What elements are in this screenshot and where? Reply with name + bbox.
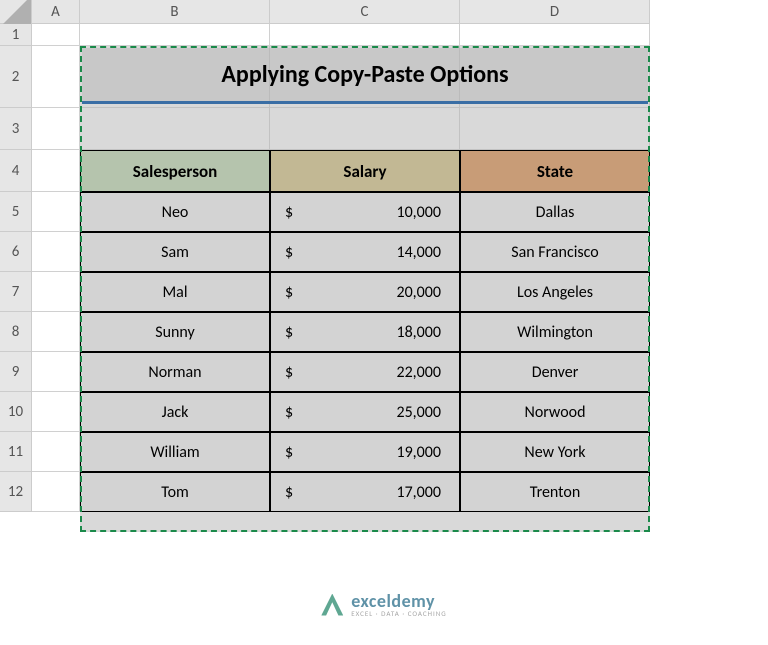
row-header-7[interactable]: 7 bbox=[0, 272, 32, 312]
cell-state[interactable]: Los Angeles bbox=[460, 272, 650, 312]
header-salary: Salary bbox=[270, 150, 460, 192]
row-header-12[interactable]: 12 bbox=[0, 472, 32, 512]
cell-salesperson[interactable]: Neo bbox=[80, 192, 270, 232]
cell-state[interactable]: Trenton bbox=[460, 472, 650, 512]
cell-salary[interactable]: $22,000 bbox=[270, 352, 460, 392]
row-header-4[interactable]: 4 bbox=[0, 150, 32, 192]
cell-state[interactable]: Wilmington bbox=[460, 312, 650, 352]
cell-salary[interactable]: $19,000 bbox=[270, 432, 460, 472]
col-header-a[interactable]: A bbox=[32, 0, 80, 24]
cell-state[interactable]: Dallas bbox=[460, 192, 650, 232]
row-header-8[interactable]: 8 bbox=[0, 312, 32, 352]
watermark: exceldemy EXCEL · DATA · COACHING bbox=[321, 592, 446, 617]
watermark-main: exceldemy bbox=[351, 592, 446, 610]
table-title: Applying Copy-Paste Options bbox=[82, 48, 648, 104]
cell-state[interactable]: San Francisco bbox=[460, 232, 650, 272]
col-header-d[interactable]: D bbox=[460, 0, 650, 24]
row-header-1[interactable]: 1 bbox=[0, 24, 32, 46]
cell-salary[interactable]: $14,000 bbox=[270, 232, 460, 272]
cell-salary[interactable]: $18,000 bbox=[270, 312, 460, 352]
cell-state[interactable]: New York bbox=[460, 432, 650, 472]
cell-salesperson[interactable]: Sunny bbox=[80, 312, 270, 352]
cell-salesperson[interactable]: Sam bbox=[80, 232, 270, 272]
col-header-b[interactable]: B bbox=[80, 0, 270, 24]
cell-salesperson[interactable]: Norman bbox=[80, 352, 270, 392]
cell-salary[interactable]: $20,000 bbox=[270, 272, 460, 312]
cell-salary[interactable]: $10,000 bbox=[270, 192, 460, 232]
cell-salesperson[interactable]: William bbox=[80, 432, 270, 472]
row-header-2[interactable]: 2 bbox=[0, 46, 32, 108]
row-header-3[interactable]: 3 bbox=[0, 108, 32, 150]
row-header-6[interactable]: 6 bbox=[0, 232, 32, 272]
header-salesperson: Salesperson bbox=[80, 150, 270, 192]
header-state: State bbox=[460, 150, 650, 192]
cell-salesperson[interactable]: Mal bbox=[80, 272, 270, 312]
cell-salary[interactable]: $17,000 bbox=[270, 472, 460, 512]
watermark-sub: EXCEL · DATA · COACHING bbox=[351, 610, 446, 617]
cell-state[interactable]: Denver bbox=[460, 352, 650, 392]
cell-salesperson[interactable]: Jack bbox=[80, 392, 270, 432]
cell-state[interactable]: Norwood bbox=[460, 392, 650, 432]
row-header-10[interactable]: 10 bbox=[0, 392, 32, 432]
cell-salesperson[interactable]: Tom bbox=[80, 472, 270, 512]
watermark-icon bbox=[321, 594, 343, 616]
cell-salary[interactable]: $25,000 bbox=[270, 392, 460, 432]
row-header-9[interactable]: 9 bbox=[0, 352, 32, 392]
col-header-c[interactable]: C bbox=[270, 0, 460, 24]
select-all-corner[interactable] bbox=[0, 0, 32, 24]
row-header-5[interactable]: 5 bbox=[0, 192, 32, 232]
row-header-11[interactable]: 11 bbox=[0, 432, 32, 472]
